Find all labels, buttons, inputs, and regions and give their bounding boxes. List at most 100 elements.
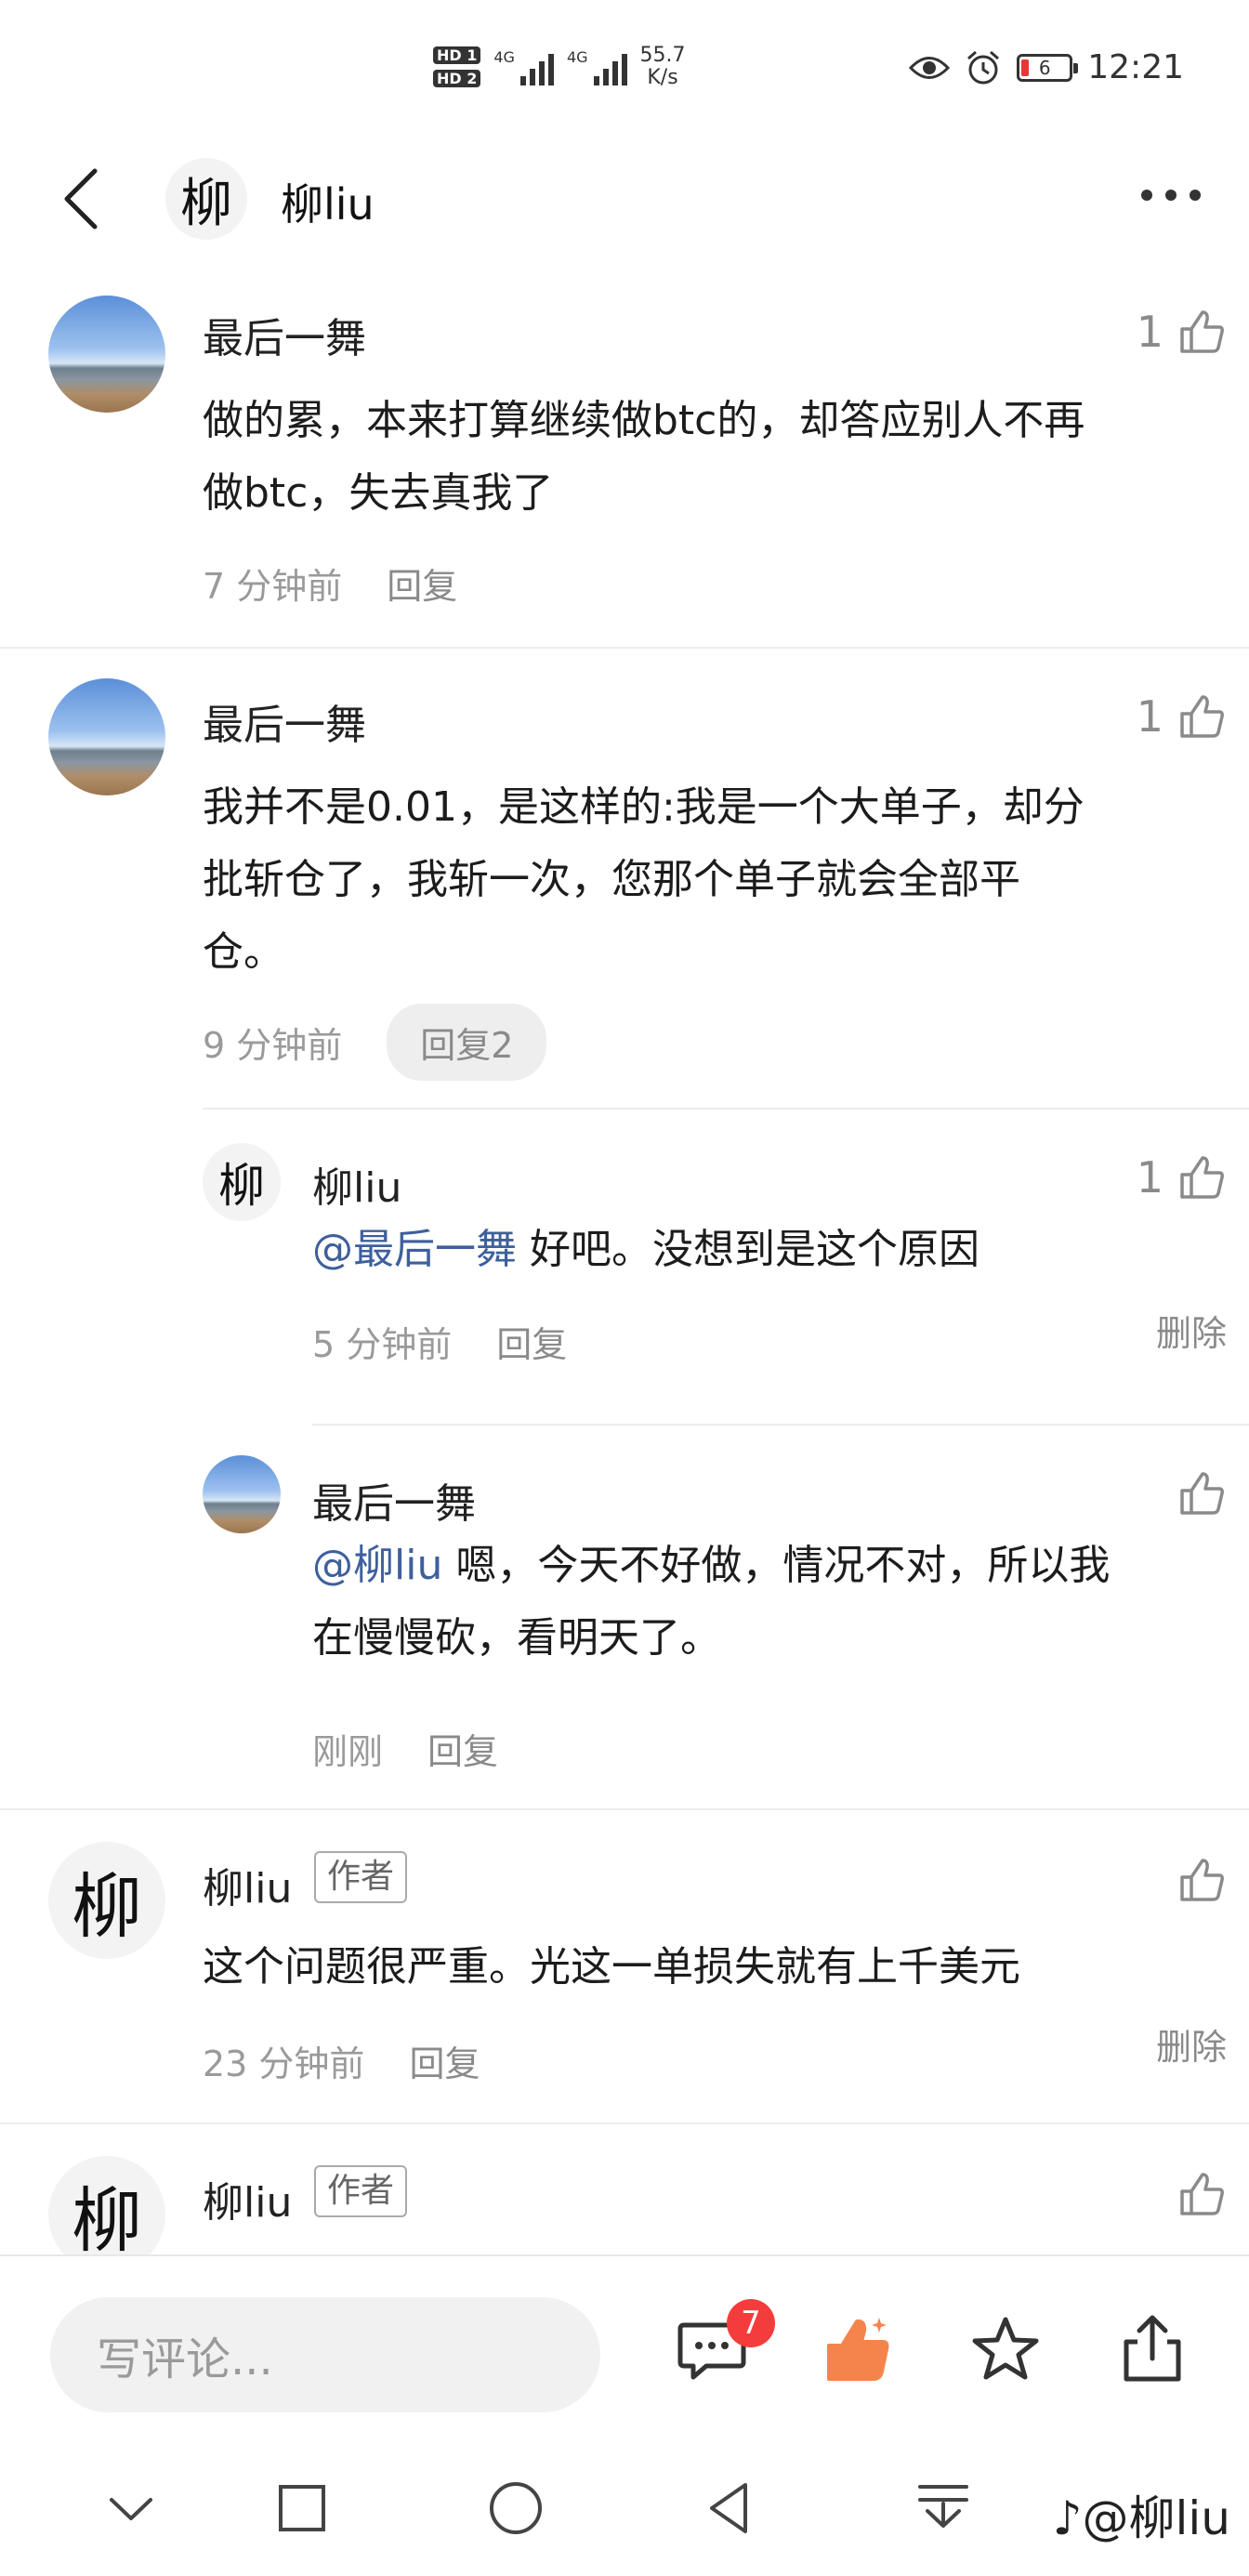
- alarm-icon: [967, 50, 1000, 84]
- watermark: ♪@柳liu: [1053, 2481, 1230, 2548]
- reply-text-body: 好吧。没想到是这个原因: [517, 1226, 979, 1273]
- comment-author[interactable]: 柳liu: [203, 2169, 292, 2228]
- comment-text-line: 我并不是0.01，是这样的:我是一个大单子，却分: [203, 783, 1085, 831]
- comment-text: 做的累，本来打算继续做btc的，却答应别人不再 做btc，失去真我了: [203, 385, 1085, 530]
- reply-button[interactable]: 回复: [496, 1316, 567, 1367]
- comment-meta: 23 分钟前 回复: [203, 2035, 480, 2086]
- chevron-down-icon[interactable]: [99, 2476, 164, 2541]
- divider: [0, 1808, 1249, 1810]
- status-bar: HD 1 HD 2 4G 4G 55.7 K/s 6 12:21: [0, 0, 1249, 149]
- reply-item: 最后一舞 @柳liu 嗯，今天不好做，情况不对，所以我 在慢慢砍，看明天了。 刚…: [0, 1442, 1249, 1814]
- avatar[interactable]: 柳: [203, 1143, 281, 1221]
- comment-author[interactable]: 柳liu: [203, 1855, 292, 1914]
- thumb-up-icon: [1180, 1156, 1224, 1199]
- comment-count-badge: 7: [727, 2299, 775, 2347]
- comment-time: 7 分钟前: [203, 566, 343, 607]
- like-button[interactable]: 1: [1137, 1152, 1227, 1203]
- back-icon[interactable]: [56, 165, 112, 232]
- header: 柳 柳liu: [0, 149, 1249, 249]
- hd1-label: HD 1: [433, 46, 481, 64]
- eye-icon: [909, 56, 951, 79]
- speed-value: 55.7: [639, 44, 686, 67]
- net2-label: 4G: [566, 48, 588, 66]
- divider: [312, 1424, 1249, 1426]
- watermark-text: @柳liu: [1082, 2491, 1230, 2545]
- mention-link[interactable]: @柳liu: [312, 1542, 442, 1589]
- status-network: HD 1 HD 2 4G 4G 55.7 K/s: [433, 45, 686, 89]
- hd2-label: HD 2: [433, 70, 481, 87]
- like-icon[interactable]: [822, 2312, 896, 2386]
- divider: [0, 647, 1249, 649]
- avatar[interactable]: [48, 678, 165, 795]
- comment-text: 这个问题很严重。光这一单损失就有上千美元: [203, 1943, 1020, 1991]
- thumb-up-icon: [1180, 2173, 1224, 2215]
- bottom-action-bar: 写评论... 7: [0, 2254, 1249, 2440]
- comment-item: 柳 柳liu 作者 这个问题很严重。光这一单损失就有上千美元 23 分钟前 回复…: [0, 1827, 1249, 2124]
- thumb-up-icon: [1180, 310, 1224, 353]
- like-button[interactable]: [1177, 1855, 1227, 1905]
- reply-button[interactable]: 回复: [427, 1723, 498, 1774]
- signal-icon-2: 4G: [567, 48, 627, 85]
- like-button[interactable]: [1177, 2169, 1227, 2219]
- reply-author[interactable]: 最后一舞: [312, 1470, 476, 1530]
- delete-button[interactable]: 删除: [1156, 2018, 1227, 2070]
- avatar[interactable]: [48, 296, 165, 413]
- like-count: 1: [1136, 1152, 1164, 1203]
- delete-button[interactable]: 删除: [1156, 1305, 1227, 1356]
- author-badge: 作者: [314, 1851, 408, 1903]
- reply-button[interactable]: 回复: [409, 2035, 480, 2086]
- avatar[interactable]: 柳: [48, 2156, 165, 2254]
- comment-text-line: 批斩仓了，我斩一次，您那个单子就会全部平: [203, 856, 1020, 903]
- star-icon[interactable]: [968, 2312, 1043, 2386]
- comment-text-line: 做btc，失去真我了: [203, 469, 554, 517]
- reply-item: 柳 柳liu 1 @最后一舞 好吧。没想到是这个原因 5 分钟前 回复 删除: [0, 1126, 1249, 1424]
- comment-author[interactable]: 最后一舞: [203, 305, 366, 364]
- avatar[interactable]: [203, 1455, 281, 1533]
- clock: 12:21: [1087, 48, 1184, 86]
- sim-indicators: HD 1 HD 2: [433, 46, 481, 87]
- comment-item: 最后一舞 1 做的累，本来打算继续做btc的，却答应别人不再 做btc，失去真我…: [0, 279, 1249, 647]
- battery-level: 6: [1038, 56, 1051, 79]
- notification-down-icon[interactable]: [911, 2476, 976, 2541]
- reply-text-body: 嗯，今天不好做，情况不对，所以我: [442, 1542, 1111, 1589]
- like-count: 1: [1136, 307, 1164, 357]
- like-button[interactable]: [1164, 1468, 1227, 1518]
- comment-time: 23 分钟前: [203, 2044, 365, 2084]
- comment-input[interactable]: 写评论...: [50, 2297, 600, 2412]
- square-icon[interactable]: [270, 2476, 335, 2541]
- comment-author[interactable]: 最后一舞: [203, 691, 366, 751]
- thumb-up-icon: [1180, 1472, 1224, 1515]
- thumb-up-icon: [1180, 695, 1224, 738]
- comment-item: 柳 柳liu 作者: [0, 2141, 1249, 2254]
- share-icon[interactable]: [1115, 2312, 1190, 2386]
- reply-count-button[interactable]: 回复2: [387, 1004, 547, 1081]
- header-avatar[interactable]: 柳: [165, 158, 247, 240]
- status-right: 6 12:21: [909, 48, 1184, 86]
- reply-text: @柳liu 嗯，今天不好做，情况不对，所以我 在慢慢砍，看明天了。: [312, 1530, 1110, 1675]
- reply-author[interactable]: 柳liu: [312, 1154, 401, 1214]
- reply-meta: 刚刚 回复: [312, 1723, 498, 1774]
- system-nav-bar: ♪@柳liu: [0, 2440, 1249, 2576]
- reply-text-line: 在慢慢砍，看明天了。: [312, 1614, 721, 1662]
- mention-link[interactable]: @最后一舞: [312, 1226, 517, 1273]
- divider: [203, 1108, 1249, 1110]
- comment-time: 9 分钟前: [203, 1025, 343, 1066]
- triangle-back-icon[interactable]: [697, 2476, 762, 2541]
- reply-button[interactable]: 回复: [387, 558, 457, 609]
- comment-meta: 9 分钟前 回复2: [203, 1004, 547, 1081]
- signal-icon-1: 4G: [493, 48, 554, 85]
- reply-time: 5 分钟前: [312, 1324, 453, 1365]
- comment-text: 我并不是0.01，是这样的:我是一个大单子，却分 批斩仓了，我斩一次，您那个单子…: [203, 771, 1085, 989]
- reply-meta: 5 分钟前 回复: [312, 1316, 567, 1367]
- reply-time: 刚刚: [312, 1731, 384, 1772]
- speed-unit: K/s: [647, 66, 678, 89]
- header-title: 柳liu: [281, 179, 375, 230]
- like-button[interactable]: 1: [1137, 307, 1227, 357]
- net1-label: 4G: [493, 48, 515, 66]
- like-count: 1: [1136, 691, 1164, 742]
- avatar[interactable]: 柳: [48, 1842, 165, 1959]
- like-button[interactable]: 1: [1137, 691, 1227, 742]
- comment-text-line: 仓。: [203, 928, 284, 976]
- circle-icon[interactable]: [483, 2476, 548, 2541]
- more-icon[interactable]: [1141, 190, 1201, 201]
